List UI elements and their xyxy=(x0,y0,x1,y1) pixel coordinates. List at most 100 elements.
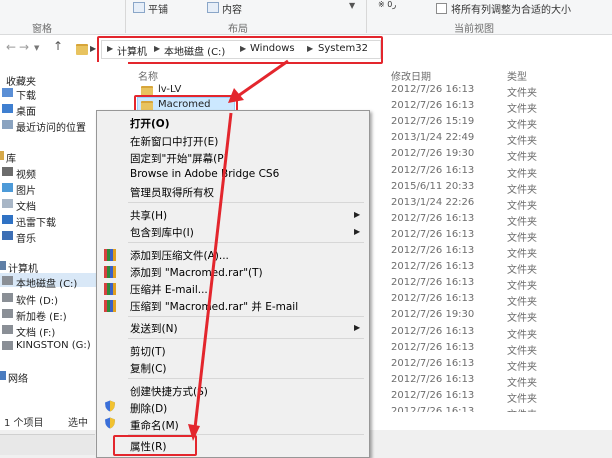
ribbon-group-layout-label: 布局 xyxy=(228,24,248,35)
file-date: 2012/7/26 16:13 xyxy=(391,245,475,256)
properties-highlight-box xyxy=(113,435,197,456)
nav-recent[interactable]: 最近访问的位置 xyxy=(16,119,86,134)
fit-columns-button[interactable]: 将所有列调整为合适的大小 xyxy=(451,1,571,16)
file-date: 2012/7/26 15:19 xyxy=(391,116,475,127)
file-date: 2013/1/24 22:26 xyxy=(391,197,475,208)
menu-separator xyxy=(128,338,364,339)
menu-share[interactable]: 共享(H) xyxy=(130,208,167,223)
menu-admin-owner[interactable]: 管理员取得所有权 xyxy=(130,185,214,200)
uac-shield-icon xyxy=(105,417,115,429)
menu-delete[interactable]: 删除(D) xyxy=(130,401,167,416)
pictures-icon xyxy=(2,183,13,192)
nav-disk-e[interactable]: 新加卷 (E:) xyxy=(16,308,67,323)
file-type: 文件夹 xyxy=(507,104,537,115)
nav-downloads[interactable]: 下载 xyxy=(16,87,36,102)
file-date: 2012/7/26 16:13 xyxy=(391,213,475,224)
disk-f-icon xyxy=(2,325,13,334)
winrar-icon xyxy=(104,300,116,312)
documents-icon xyxy=(2,199,13,208)
menu-separator xyxy=(128,242,364,243)
ribbon-separator xyxy=(125,0,126,33)
nav-desktop[interactable]: 桌面 xyxy=(16,103,36,118)
file-type: 文件夹 xyxy=(507,313,537,324)
menu-create-shortcut[interactable]: 创建快捷方式(S) xyxy=(130,384,208,399)
winrar-icon xyxy=(104,283,116,295)
file-date: 2015/6/11 20:33 xyxy=(391,181,475,192)
ribbon-group-view-label: 当前视图 xyxy=(454,24,494,35)
menu-browse-bridge[interactable]: Browse in Adobe Bridge CS6 xyxy=(130,168,279,180)
file-type: 文件夹 xyxy=(507,394,537,405)
file-date: 2012/7/26 16:13 xyxy=(391,100,475,111)
menu-open-new-window[interactable]: 在新窗口中打开(E) xyxy=(130,134,218,149)
column-header-name[interactable]: 名称 xyxy=(138,68,158,83)
usb-drive-icon xyxy=(2,341,13,350)
menu-include-library[interactable]: 包含到库中(I) xyxy=(130,225,194,240)
breadcrumb-system32[interactable]: System32 xyxy=(318,43,368,54)
menu-compress-email[interactable]: 压缩并 E-mail... xyxy=(130,282,208,297)
tile-view-button[interactable]: 平铺 xyxy=(148,1,168,16)
file-date: 2012/7/26 16:13 xyxy=(391,293,475,304)
menu-copy[interactable]: 复制(C) xyxy=(130,361,167,376)
menu-pin-start[interactable]: 固定到"开始"屏幕(P) xyxy=(130,151,228,166)
file-date: 2012/7/26 16:13 xyxy=(391,229,475,240)
nav-favorites[interactable]: 收藏夹 xyxy=(6,73,36,88)
file-date: 2012/7/26 16:13 xyxy=(391,84,475,95)
nav-videos[interactable]: 视频 xyxy=(16,166,36,181)
file-type: 文件夹 xyxy=(507,378,537,389)
music-icon xyxy=(2,231,13,240)
nav-disk-d[interactable]: 软件 (D:) xyxy=(16,292,58,307)
breadcrumb-chevron-icon[interactable]: ▶ xyxy=(107,44,113,53)
menu-rename[interactable]: 重命名(M) xyxy=(130,418,179,433)
tile-view-icon[interactable] xyxy=(133,2,145,13)
file-date: 2012/7/26 16:13 xyxy=(391,165,475,176)
nav-music[interactable]: 音乐 xyxy=(16,230,36,245)
up-arrow-icon[interactable]: ↑ xyxy=(53,39,63,53)
breadcrumb-chevron-icon[interactable]: ▶ xyxy=(240,44,246,53)
nav-library[interactable]: 库 xyxy=(6,150,16,165)
status-item-count: 1 个项目 xyxy=(4,418,44,429)
nav-pictures[interactable]: 图片 xyxy=(16,182,36,197)
recent-dropdown-icon[interactable]: ▼ xyxy=(34,44,39,52)
menu-add-to-rar[interactable]: 添加到 "Macromed.rar"(T) xyxy=(130,265,263,280)
nav-disk-c[interactable]: 本地磁盘 (C:) xyxy=(16,275,77,290)
folder-icon xyxy=(76,44,88,55)
file-type: 文件夹 xyxy=(507,330,537,341)
content-view-icon[interactable] xyxy=(207,2,219,13)
menu-compress-rar-email[interactable]: 压缩到 "Macromed.rar" 并 E-mail xyxy=(130,299,298,314)
fit-columns-icon[interactable] xyxy=(436,3,447,14)
nav-network[interactable]: 网络 xyxy=(8,370,28,385)
column-header-type[interactable]: 类型 xyxy=(507,68,527,83)
menu-open[interactable]: 打开(O) xyxy=(130,116,170,131)
content-view-button[interactable]: 内容 xyxy=(222,1,242,16)
nav-thunder[interactable]: 迅雷下载 xyxy=(16,214,56,229)
menu-add-archive[interactable]: 添加到压缩文件(A)... xyxy=(130,248,229,263)
breadcrumb-chevron-icon[interactable]: ▶ xyxy=(307,44,313,53)
breadcrumb-chevron-icon[interactable]: ▶ xyxy=(154,44,160,53)
thunder-download-icon xyxy=(2,215,13,224)
breadcrumb-disk-c[interactable]: 本地磁盘 (C:) xyxy=(164,43,225,58)
back-arrow-icon[interactable]: ← xyxy=(6,40,16,54)
videos-icon xyxy=(2,167,13,176)
menu-separator xyxy=(128,316,364,317)
menu-send-to[interactable]: 发送到(N) xyxy=(130,321,178,336)
file-date: 2012/7/26 16:13 xyxy=(391,390,475,401)
file-type: 文件夹 xyxy=(507,201,537,212)
breadcrumb-computer[interactable]: 计算机 xyxy=(117,43,147,58)
breadcrumb-root-chevron-icon[interactable]: ▶ xyxy=(90,44,96,53)
nav-kingston[interactable]: KINGSTON (G:) xyxy=(16,340,91,351)
disk-c-icon xyxy=(2,276,13,285)
file-date: 2012/7/26 19:30 xyxy=(391,309,475,320)
column-header-date[interactable]: 修改日期 xyxy=(391,68,431,83)
ribbon-separator xyxy=(366,0,367,33)
file-type: 文件夹 xyxy=(507,233,537,244)
menu-separator xyxy=(128,202,364,203)
nav-disk-f[interactable]: 文档 (F:) xyxy=(16,324,55,339)
nav-documents[interactable]: 文档 xyxy=(16,198,36,213)
menu-cut[interactable]: 剪切(T) xyxy=(130,344,166,359)
layout-dropdown-icon[interactable]: ▼ xyxy=(349,1,355,10)
file-name-lv-lv[interactable]: lv-LV xyxy=(158,84,181,95)
forward-arrow-icon[interactable]: → xyxy=(19,40,29,54)
breadcrumb-windows[interactable]: Windows xyxy=(250,43,295,54)
file-date: 2012/7/26 16:13 xyxy=(391,358,475,369)
file-type: 文件夹 xyxy=(507,265,537,276)
